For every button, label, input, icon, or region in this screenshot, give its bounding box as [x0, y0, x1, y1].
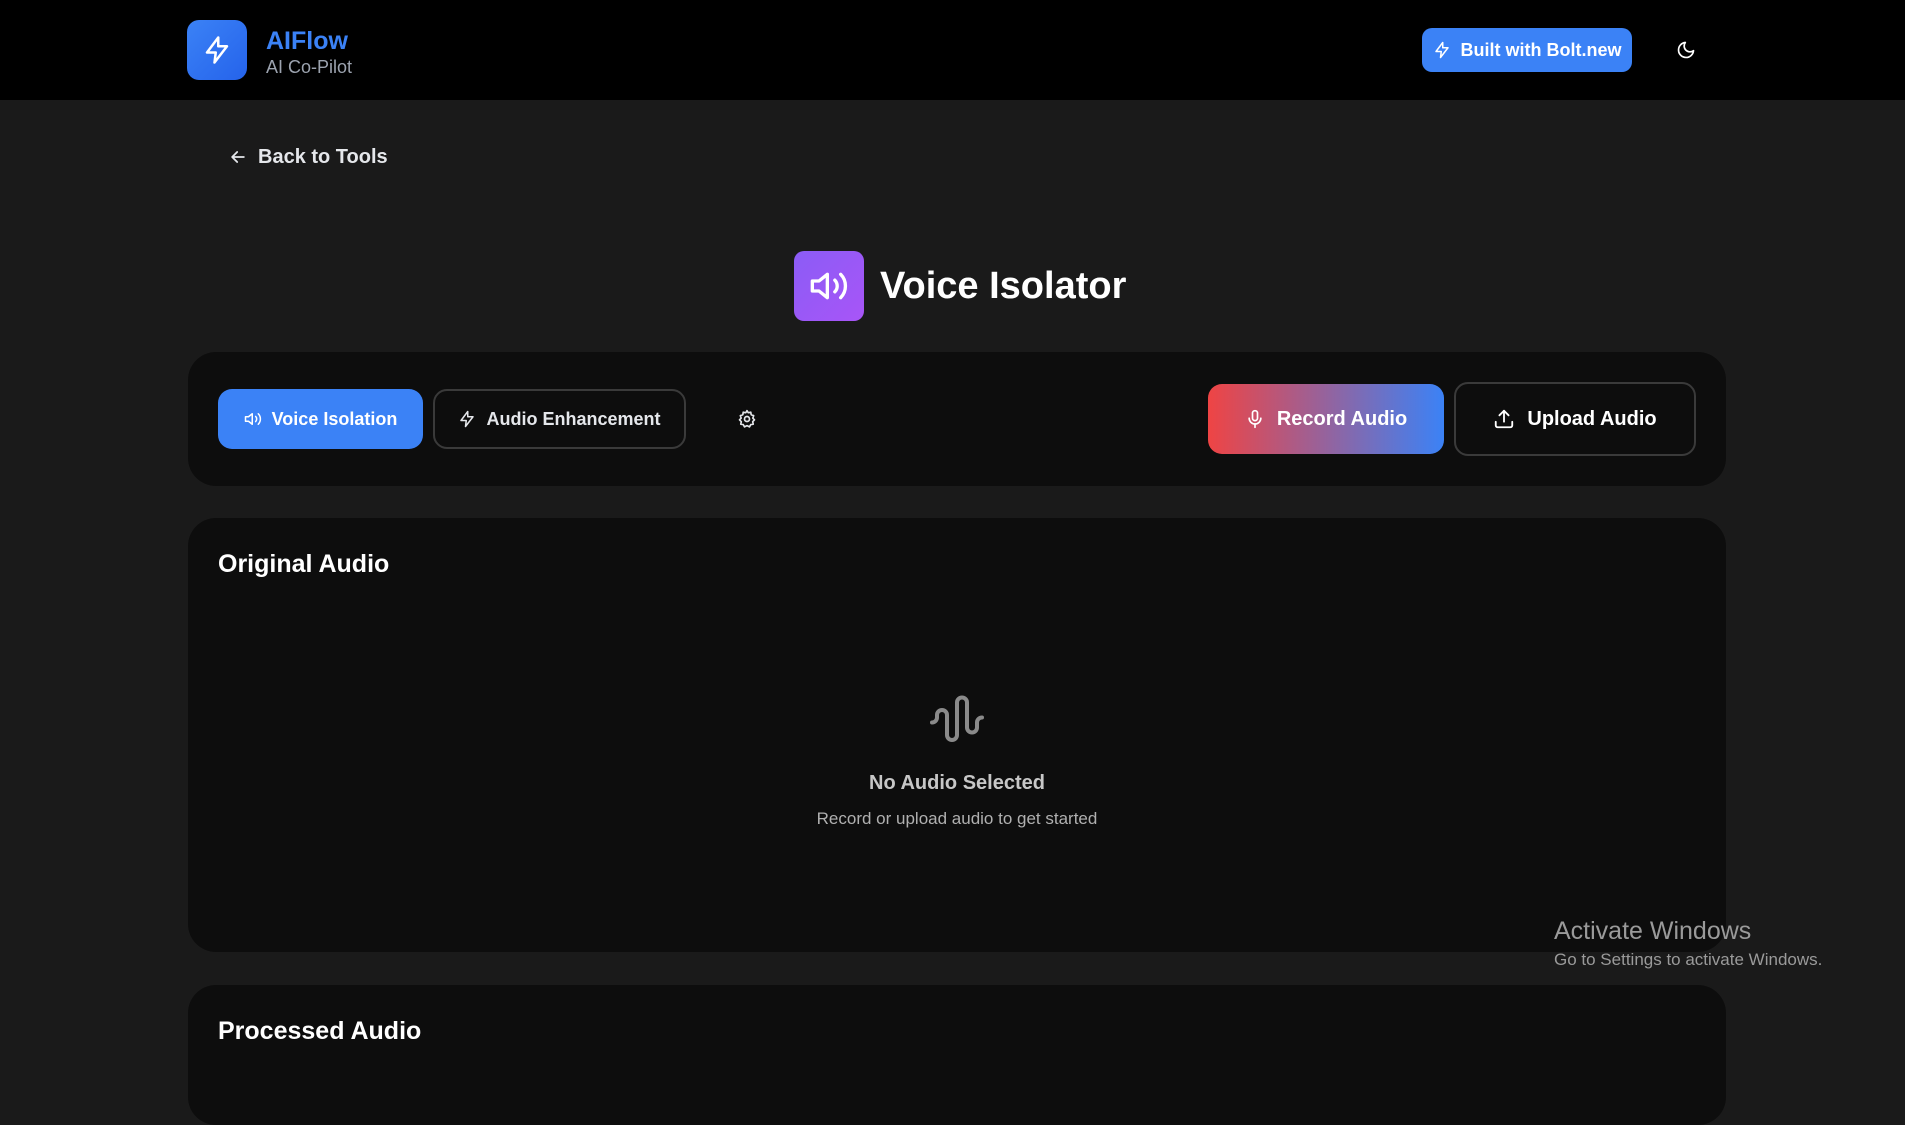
bolt-icon: [458, 410, 476, 428]
back-to-tools-link[interactable]: Back to Tools: [228, 144, 388, 170]
built-with-bolt-button[interactable]: Built with Bolt.new: [1422, 28, 1632, 72]
microphone-icon: [1245, 409, 1265, 429]
arrow-left-icon: [228, 147, 248, 167]
gear-icon: [737, 409, 757, 429]
built-with-bolt-label: Built with Bolt.new: [1460, 39, 1622, 60]
tab-audio-enhancement[interactable]: Audio Enhancement: [433, 389, 686, 449]
top-bar: AIFlow AI Co-Pilot Built with Bolt.new: [0, 0, 1905, 100]
settings-button[interactable]: [734, 406, 760, 432]
page-title: Voice Isolator: [880, 264, 1127, 307]
empty-state: No Audio Selected Record or upload audio…: [188, 690, 1726, 829]
watermark-title: Activate Windows: [1554, 917, 1752, 945]
empty-state-title: No Audio Selected: [869, 772, 1045, 794]
record-audio-label: Record Audio: [1276, 407, 1408, 430]
upload-audio-button[interactable]: Upload Audio: [1454, 382, 1696, 456]
speaker-icon: [794, 251, 864, 321]
bolt-icon[interactable]: [187, 20, 247, 80]
original-audio-panel: Original Audio No Audio Selected Record …: [188, 518, 1726, 952]
brand-tagline: AI Co-Pilot: [266, 57, 353, 77]
upload-icon: [1493, 408, 1515, 430]
upload-audio-label: Upload Audio: [1527, 407, 1657, 430]
tab-voice-isolation-label: Voice Isolation: [271, 408, 398, 429]
theme-toggle-button[interactable]: [1672, 36, 1700, 64]
tab-audio-enhancement-label: Audio Enhancement: [486, 408, 661, 429]
activate-windows-watermark: Activate Windows Go to Settings to activ…: [1554, 916, 1822, 972]
bolt-icon: [1433, 41, 1451, 59]
tool-toolbar: Voice Isolation Audio Enhancement Record…: [188, 352, 1726, 486]
audio-waveform-icon: [927, 690, 987, 750]
tab-voice-isolation[interactable]: Voice Isolation: [218, 389, 423, 449]
moon-icon: [1676, 40, 1696, 60]
watermark-subtitle: Go to Settings to activate Windows.: [1554, 950, 1823, 969]
page-header: Voice Isolator: [794, 251, 1126, 321]
processed-audio-title: Processed Audio: [218, 1017, 422, 1045]
record-audio-button[interactable]: Record Audio: [1208, 384, 1444, 454]
speaker-icon: [244, 410, 262, 428]
processed-audio-panel: Processed Audio: [188, 985, 1726, 1125]
original-audio-title: Original Audio: [218, 550, 390, 578]
brand-name[interactable]: AIFlow: [266, 26, 348, 56]
empty-state-subtitle: Record or upload audio to get started: [816, 809, 1098, 828]
back-to-tools-label: Back to Tools: [258, 145, 388, 168]
